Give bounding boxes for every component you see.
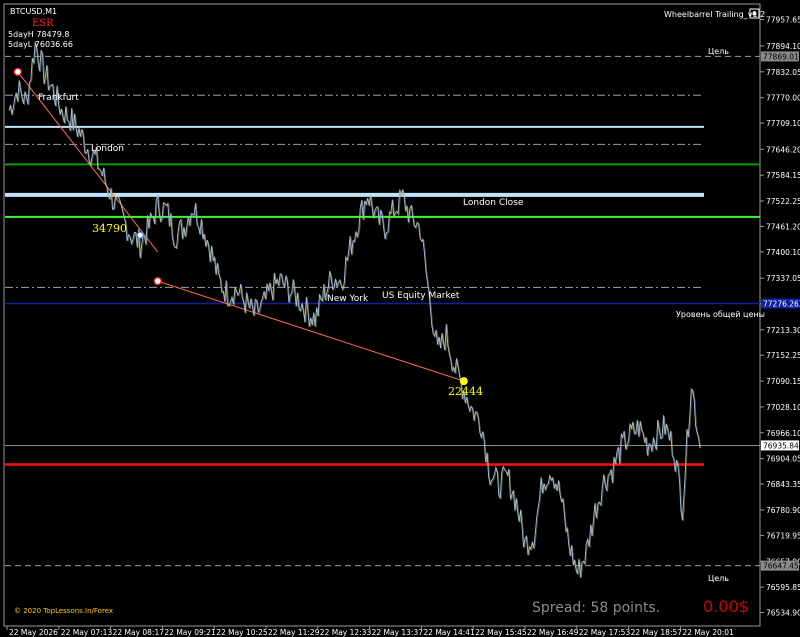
y-tick-label: 77400.10 (766, 248, 800, 257)
x-tick-label: 22 May 17:53 (579, 628, 631, 637)
y-tick-label: 77522.25 (766, 197, 800, 206)
y-tick-label: 77213.30 (766, 326, 800, 335)
trend-pivot-marker (153, 277, 162, 286)
plot-area (3, 3, 761, 627)
x-tick-label: 22 May 09:21 (164, 628, 216, 637)
x-tick-label: 22 May 15:45 (475, 628, 527, 637)
y-tick-label: 77894.10 (766, 42, 800, 51)
day-low-label: 5dayL 76036.66 (8, 40, 73, 49)
x-tick-label: 22 May 08:17 (113, 628, 165, 637)
overall-price-label: Уровень общей цены (676, 310, 765, 319)
session-new-york: New York (327, 294, 369, 304)
x-tick-label: 22 May 11:29 (268, 628, 320, 637)
value-label-22444: 22444 (448, 385, 483, 398)
y-tick-label: 76904.05 (766, 455, 800, 464)
x-tick-label: 22 May 14:41 (423, 628, 475, 637)
y-tick-label: 76843.35 (766, 480, 800, 489)
y-tick-label: 76966.10 (766, 429, 800, 438)
trend-start-marker (13, 67, 22, 76)
esr-label: ESR (32, 18, 54, 29)
target-label-top: Цель (708, 47, 729, 56)
session-london: London (91, 144, 124, 154)
y-tick-label: 77957.65 (766, 15, 800, 24)
target-label-bottom: Цель (708, 574, 729, 583)
y-tick-label: 76595.85 (766, 583, 800, 592)
y-tick-label: 77152.25 (766, 351, 800, 360)
profit-readout: 0.00$ (703, 597, 749, 616)
y-tick-label: 77709.10 (766, 119, 800, 128)
session-frankfurt: Frankfurt (38, 93, 79, 103)
copyright: © 2020 TopLessons.In/Forex (14, 607, 113, 615)
y-tick-label: 77584.15 (766, 171, 800, 180)
y-tick-label: 77461.20 (766, 222, 800, 231)
x-tick-label: 22 May 12:33 (320, 628, 372, 637)
y-tick-label: 77028.10 (766, 403, 800, 412)
session-london-close: London Close (463, 198, 524, 208)
x-tick-label: 22 May 2026 (9, 628, 58, 637)
price-tag-overall: 77276.26 (763, 300, 799, 309)
x-tick-label: 22 May 20:01 (682, 628, 734, 637)
day-high-label: 5dayH 78479.8 (8, 30, 69, 39)
y-tick-label: 77337.05 (766, 274, 800, 283)
price-tag-current: 76935.84 (763, 441, 799, 450)
x-tick-label: 22 May 10:25 (216, 628, 268, 637)
y-tick-label: 76534.90 (766, 609, 800, 618)
y-tick-label: 77090.15 (766, 377, 800, 386)
x-tick-label: 22 May 07:13 (61, 628, 113, 637)
symbol-title: BTCUSD,M1 (10, 7, 57, 16)
y-tick-label: 77770.00 (766, 94, 800, 103)
y-tick-label: 76780.90 (766, 506, 800, 515)
price-tag-lower: 76647.45 (763, 562, 799, 571)
marker-22444 (459, 377, 468, 386)
price-tag-upper: 77869.01 (763, 52, 799, 61)
price-chart[interactable]: 77957.65 77894.10 77832.05 77770.00 77709.10… (0, 0, 800, 637)
y-tick-label: 76719.95 (766, 531, 800, 540)
x-tick-label: 22 May 13:37 (372, 628, 424, 637)
value-label-34790: 34790 (92, 222, 127, 235)
x-tick-label: 22 May 18:57 (631, 628, 683, 637)
marker-34790 (136, 231, 144, 239)
spread-readout: Spread: 58 points. (532, 600, 660, 616)
session-us-equity: US Equity Market (382, 291, 460, 301)
y-tick-label: 77646.20 (766, 145, 800, 154)
x-tick-label: 22 May 16:49 (527, 628, 579, 637)
y-tick-label: 77832.05 (766, 68, 800, 77)
